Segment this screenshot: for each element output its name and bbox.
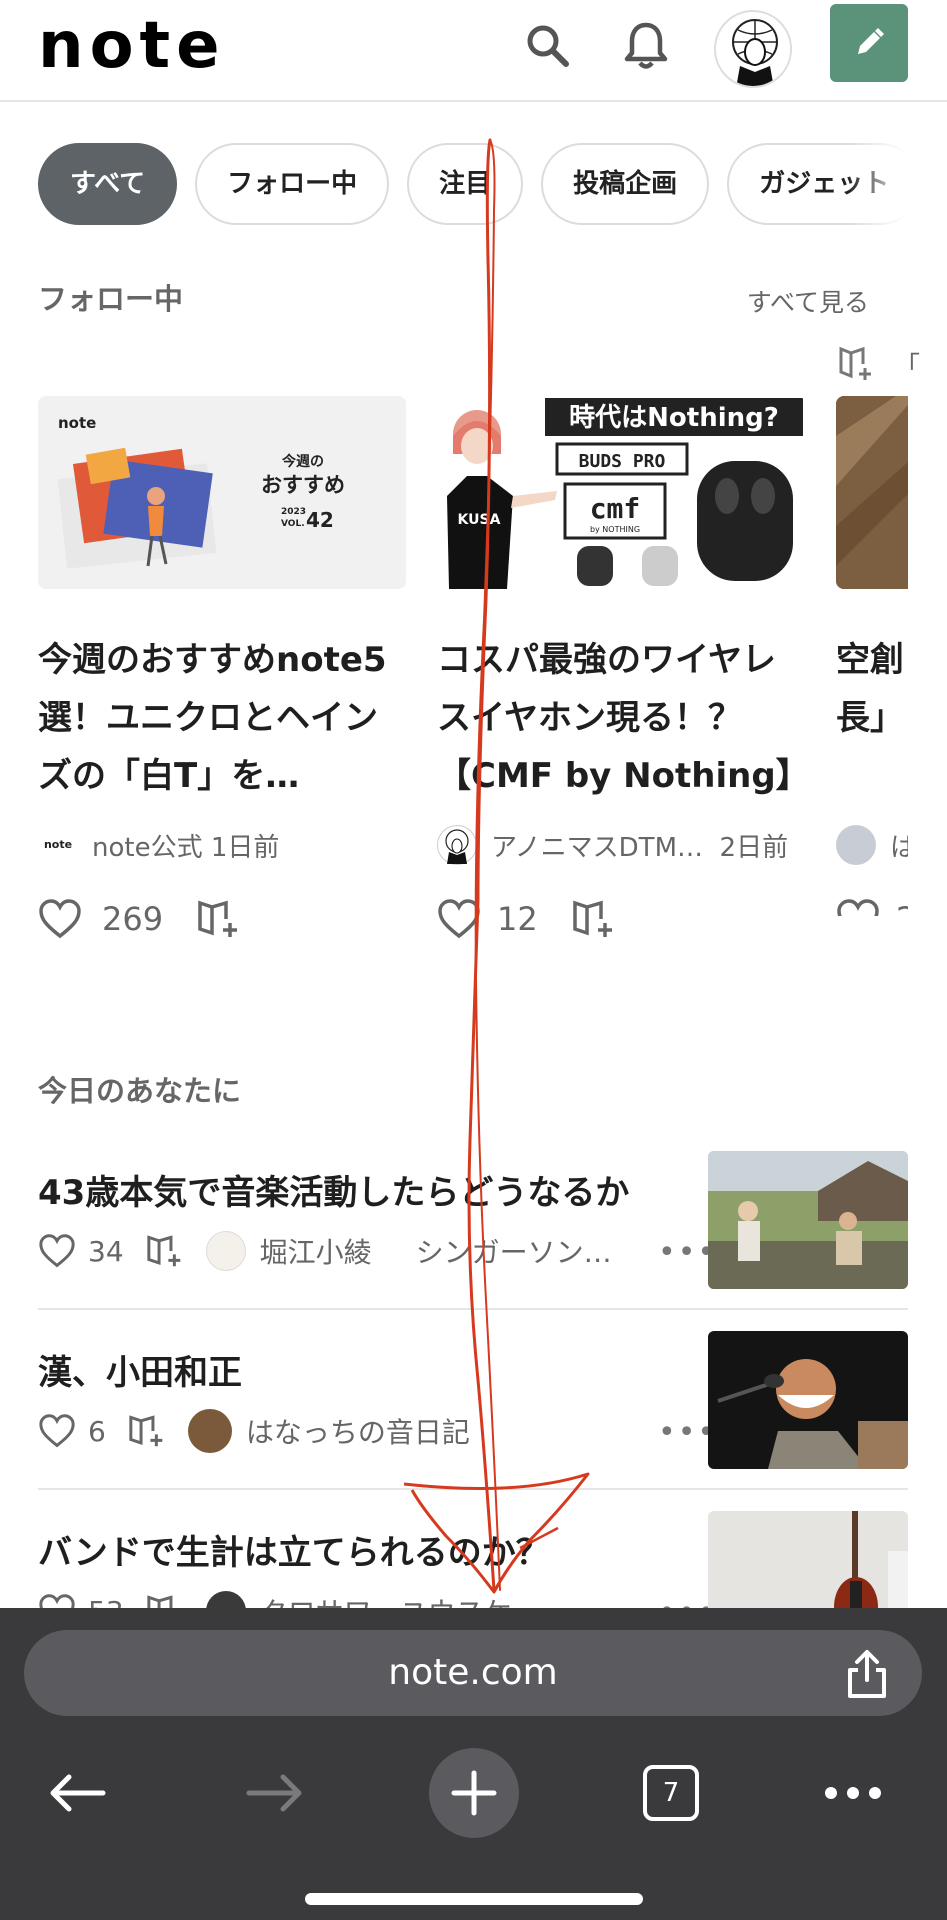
section-title-following: フォロー中 — [38, 282, 184, 316]
card-thumbnail: note 今週の おすすめ 2023 VOL. 42 — [38, 396, 406, 589]
address-bar[interactable]: note.com — [24, 1630, 922, 1716]
svg-text:今週の: 今週の — [281, 453, 324, 470]
url-text[interactable]: note.com — [24, 1630, 922, 1716]
category-chips: すべて フォロー中 注目 投稿企画 ガジェット — [38, 143, 908, 227]
chip-contest[interactable]: 投稿企画 — [541, 143, 710, 225]
browser-nav: 7 — [0, 1738, 947, 1848]
card-stats: 12 — [437, 899, 805, 939]
svg-text:BUDS PRO: BUDS PRO — [579, 451, 666, 472]
list-item[interactable]: 43歳本気で音楽活動したらどうなるか 34 堀江小綾 シンガーソン… ••• — [38, 1151, 908, 1329]
like-count: 34 — [88, 1234, 124, 1268]
author-bio: シンガーソン… — [415, 1236, 612, 1269]
heart-icon[interactable] — [836, 899, 880, 916]
card-title[interactable]: 今週のおすすめnote5選！ユニクロとヘインズの「白T」を… — [38, 631, 406, 805]
new-tab-icon[interactable] — [429, 1748, 519, 1838]
card-title[interactable]: コスパ最強のワイヤレスイヤホン現る！？【CMF by Nothing】 — [437, 631, 805, 805]
like-count: 6 — [88, 1414, 106, 1448]
author-name[interactable]: アノニマスDTM… — [491, 827, 703, 864]
magazine-add-icon[interactable] — [146, 1234, 184, 1268]
more-menu-icon[interactable] — [808, 1748, 898, 1838]
author-avatar[interactable] — [187, 1409, 232, 1453]
article-card-peek[interactable]: 空創長」 は 2 — [836, 396, 908, 916]
card-stats: 2 — [836, 899, 908, 916]
heart-icon[interactable] — [38, 1234, 76, 1268]
card-meta: は — [836, 825, 908, 865]
row-title[interactable]: 漢、小田和正 — [38, 1345, 242, 1394]
see-all-link[interactable]: すべて見る — [747, 283, 869, 319]
post-button[interactable] — [830, 4, 908, 82]
like-count: 12 — [497, 900, 538, 938]
author-avatar[interactable] — [205, 1231, 246, 1271]
row-meta: 6 はなっちの音日記 — [38, 1407, 638, 1455]
bell-icon[interactable] — [620, 20, 672, 72]
magazine-add-icon[interactable] — [838, 346, 874, 384]
author-name[interactable]: 堀江小綾 — [260, 1231, 372, 1271]
svg-text:cmf: cmf — [590, 492, 641, 525]
search-icon[interactable] — [522, 20, 574, 72]
back-icon[interactable] — [32, 1748, 122, 1838]
card-stats: 269 — [38, 899, 406, 939]
card-title[interactable]: 空創長」 — [836, 631, 906, 805]
svg-text:VOL.: VOL. — [281, 519, 305, 529]
article-card[interactable]: 時代はNothing? BUDS PRO cmf by NOTHING KUSA… — [437, 396, 805, 939]
browser-toolbar: note.com 7 — [0, 1608, 947, 1920]
svg-text:時代はNothing?: 時代はNothing? — [569, 403, 779, 433]
row-thumbnail — [708, 1151, 908, 1289]
author-avatar[interactable] — [437, 825, 477, 865]
card-thumbnail: 時代はNothing? BUDS PRO cmf by NOTHING KUSA — [437, 396, 805, 589]
pen-icon — [858, 28, 884, 54]
top-header: note — [0, 0, 947, 102]
heart-icon[interactable] — [38, 1414, 76, 1448]
tabs-button[interactable]: 7 — [626, 1748, 716, 1838]
svg-text:KUSA: KUSA — [458, 512, 501, 528]
home-indicator[interactable] — [305, 1893, 643, 1905]
row-meta: 34 堀江小綾 シンガーソン… — [38, 1227, 638, 1275]
forward-icon[interactable] — [230, 1748, 320, 1838]
card-thumbnail — [836, 396, 908, 589]
list-item[interactable]: 漢、小田和正 6 はなっちの音日記 ••• — [38, 1331, 908, 1509]
note-logo[interactable]: note — [38, 14, 226, 78]
svg-text:おすすめ: おすすめ — [261, 473, 345, 497]
post-time: 2日前 — [719, 832, 789, 863]
svg-text:note: note — [58, 414, 96, 432]
share-icon[interactable] — [842, 1648, 892, 1700]
author-name[interactable]: はなっちの音日記 — [246, 1411, 470, 1451]
svg-text:by NOTHING: by NOTHING — [590, 525, 640, 534]
magazine-add-icon[interactable] — [128, 1414, 166, 1448]
author-avatar[interactable] — [836, 825, 876, 865]
card-meta: note note公式 1日前 — [38, 825, 406, 865]
row-thumbnail — [708, 1331, 908, 1469]
author-avatar[interactable]: note — [38, 825, 78, 865]
row-divider — [38, 1308, 908, 1310]
magazine-add-icon[interactable] — [572, 899, 616, 939]
row-title[interactable]: 43歳本気で音楽活動したらどうなるか — [38, 1165, 629, 1214]
row-title[interactable]: バンドで生計は立てられるのか？ — [38, 1525, 550, 1574]
user-avatar[interactable] — [714, 10, 792, 88]
magazine-add-icon[interactable] — [197, 899, 241, 939]
author-name[interactable]: note公式 — [92, 827, 203, 864]
chip-featured[interactable]: 注目 — [407, 143, 524, 225]
post-time: 1日前 — [210, 832, 280, 863]
author-name[interactable]: は — [890, 827, 908, 864]
chip-following[interactable]: フォロー中 — [195, 143, 390, 225]
tab-count: 7 — [643, 1765, 699, 1821]
chips-fade — [848, 140, 908, 230]
like-count: 2 — [896, 900, 908, 916]
heart-icon[interactable] — [38, 899, 82, 939]
section-title-today: 今日のあなたに — [38, 1074, 242, 1108]
card-meta: アノニマスDTM… 2日前 — [437, 825, 805, 865]
article-card[interactable]: note 今週の おすすめ 2023 VOL. 42 今週のおすすめnote5選… — [38, 396, 406, 939]
card-peek-text: 「 — [894, 352, 921, 382]
like-count: 269 — [102, 900, 164, 938]
chip-all[interactable]: すべて — [38, 143, 178, 225]
row-divider — [38, 1488, 908, 1490]
svg-text:2023: 2023 — [281, 507, 306, 517]
svg-text:42: 42 — [306, 508, 334, 532]
heart-icon[interactable] — [437, 899, 481, 939]
